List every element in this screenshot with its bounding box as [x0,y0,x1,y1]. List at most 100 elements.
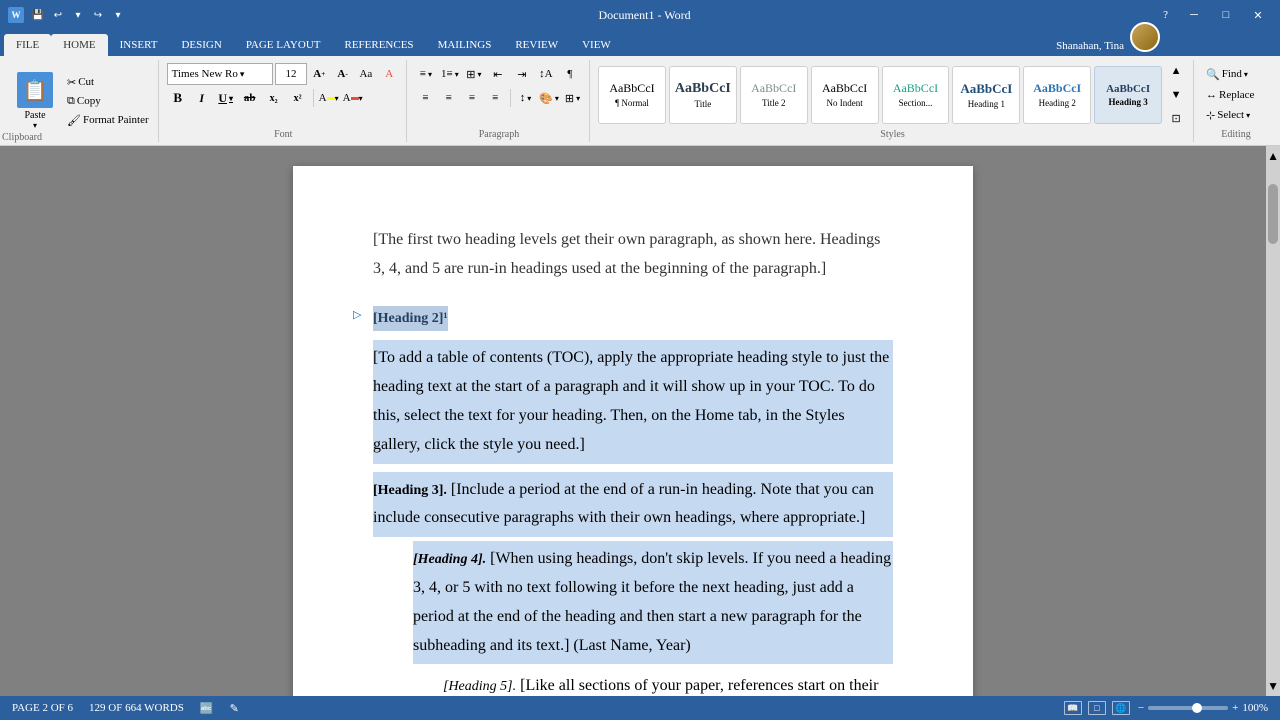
font-row1: Times New Ro ▾ 12 A+ A- Aa A [167,63,400,85]
zoom-thumb[interactable] [1192,703,1202,713]
style-heading3[interactable]: AaBbCcI Heading 3 [1094,66,1162,124]
change-case-button[interactable]: Aa [355,63,376,85]
style-section[interactable]: AaBbCcI Section... [882,66,950,124]
tab-review[interactable]: REVIEW [503,34,570,56]
justify-button[interactable]: ≡ [485,87,506,109]
highlight-icon: A [319,92,327,104]
line-spacing-button[interactable]: ↕▾ [515,87,536,109]
avatar[interactable] [1130,22,1160,52]
tab-home[interactable]: HOME [51,34,107,56]
style-normal[interactable]: AaBbCcI ¶ Normal [598,66,666,124]
font-color-button[interactable]: A ▾ [342,87,364,109]
style-no-indent[interactable]: AaBbCcI No Indent [811,66,879,124]
increase-font-button[interactable]: A+ [309,63,330,85]
undo-button[interactable]: ↩ [50,7,66,23]
increase-indent-button[interactable]: ⇥ [511,63,533,85]
document-page[interactable]: [The first two heading levels get their … [293,166,973,696]
tab-file[interactable]: FILE [4,34,51,56]
align-center-button[interactable]: ≡ [438,87,459,109]
decrease-indent-button[interactable]: ⇤ [487,63,509,85]
format-painter-button[interactable]: 🖌 Format Painter [64,113,152,128]
zoom-slider[interactable] [1148,706,1228,710]
text-highlight-button[interactable]: A ▾ [318,87,340,109]
print-layout-button[interactable]: □ [1088,701,1106,715]
styles-expand[interactable]: ⊡ [1165,108,1187,128]
save-quickaccess-button[interactable]: 💾 [30,7,46,23]
document-page-area[interactable]: [The first two heading levels get their … [0,146,1266,696]
heading5-container: [Heading 5]. [Like all sections of your … [443,668,893,696]
find-dropdown[interactable]: ▾ [1244,70,1248,79]
font-name-input[interactable]: Times New Ro ▾ [167,63,274,85]
undo-dropdown[interactable]: ▾ [70,7,86,23]
track-changes-indicator[interactable]: ✎ [230,702,239,715]
heading2-text[interactable]: [Heading 2]¹ [373,306,448,331]
tab-page-layout[interactable]: PAGE LAYOUT [234,34,333,56]
sort-button[interactable]: ↕A [535,63,557,85]
style-title2-label: Title 2 [762,98,785,108]
find-icon: 🔍 [1206,68,1220,81]
borders-button[interactable]: ⊞▾ [562,87,583,109]
multilevel-button[interactable]: ⊞▾ [463,63,485,85]
tab-references[interactable]: REFERENCES [332,34,425,56]
numbering-button[interactable]: 1≡▾ [439,63,461,85]
help-button[interactable]: ? [1163,9,1168,21]
style-title2[interactable]: AaBbCcI Title 2 [740,66,808,124]
tab-design[interactable]: DESIGN [169,34,233,56]
scroll-up-button[interactable]: ▲ [1268,148,1278,164]
zoom-out-button[interactable]: − [1138,702,1144,714]
superscript-button[interactable]: x² [287,87,309,109]
italic-button[interactable]: I [191,87,213,109]
styles-scroll-up[interactable]: ▲ [1165,62,1187,82]
vertical-scrollbar[interactable]: ▲ ▼ [1266,146,1280,696]
tab-insert[interactable]: INSERT [108,34,170,56]
align-left-button[interactable]: ≡ [415,87,436,109]
bullets-button[interactable]: ≡▾ [415,63,437,85]
style-heading2[interactable]: AaBbCcI Heading 2 [1023,66,1091,124]
show-formatting-button[interactable]: ¶ [559,63,581,85]
font-name-dropdown[interactable]: ▾ [240,69,245,80]
word-count: 129 OF 664 WORDS [89,702,184,714]
find-button[interactable]: 🔍 Find ▾ [1202,66,1270,83]
language-indicator[interactable]: 🔤 [200,702,214,715]
style-heading1[interactable]: AaBbCcI Heading 1 [952,66,1020,124]
zoom-in-button[interactable]: + [1232,702,1238,714]
user-name: Shanahan, Tina [1056,40,1124,52]
underline-button[interactable]: U▾ [215,87,237,109]
shading-button[interactable]: 🎨▾ [538,87,560,109]
tab-view[interactable]: VIEW [570,34,623,56]
style-title[interactable]: AaBbCcI Title [669,66,737,124]
copy-button[interactable]: ⧉ Copy [64,94,152,109]
paste-icon: 📋 [17,72,53,108]
scroll-down-button[interactable]: ▼ [1268,678,1278,694]
collapse-arrow[interactable]: ▷ [353,306,361,326]
tab-mailings[interactable]: MAILINGS [426,34,504,56]
replace-button[interactable]: ↔ Replace [1202,87,1270,103]
strikethrough-button[interactable]: ab [239,87,261,109]
heading4-label[interactable]: [Heading 4]. [413,552,486,567]
clipboard-sub-buttons: ✂ Cut ⧉ Copy 🖌 Format Painter [64,66,152,136]
clear-formatting-button[interactable]: A [379,63,400,85]
font-color-dropdown[interactable]: ▾ [359,94,363,103]
cut-button[interactable]: ✂ Cut [64,75,152,90]
scroll-thumb[interactable] [1268,184,1278,244]
paste-dropdown[interactable]: ▾ [33,121,37,130]
font-size-input[interactable]: 12 [275,63,306,85]
decrease-font-button[interactable]: A- [332,63,353,85]
redo-button[interactable]: ↪ [90,7,106,23]
align-right-button[interactable]: ≡ [461,87,482,109]
styles-scroll-down[interactable]: ▼ [1165,84,1187,106]
clipboard-group: 📋 Paste ▾ ✂ Cut ⧉ Copy 🖌 Format Painter … [4,60,159,142]
read-mode-button[interactable]: 📖 [1064,701,1082,715]
bold-button[interactable]: B [167,87,189,109]
heading5-label[interactable]: [Heading 5]. [443,679,516,694]
paste-button[interactable]: 📋 Paste ▾ [10,68,60,134]
quickaccess-more[interactable]: ▾ [110,7,126,23]
highlight-dropdown[interactable]: ▾ [335,94,339,103]
subscript-button[interactable]: x₂ [263,87,285,109]
zoom-control[interactable]: − + 100% [1138,702,1268,714]
heading3-label[interactable]: [Heading 3]. [373,483,447,498]
web-layout-button[interactable]: 🌐 [1112,701,1130,715]
select-dropdown[interactable]: ▾ [1246,111,1250,120]
select-button[interactable]: ⊹ Select ▾ [1202,107,1270,124]
style-heading2-label: Heading 2 [1039,98,1076,108]
